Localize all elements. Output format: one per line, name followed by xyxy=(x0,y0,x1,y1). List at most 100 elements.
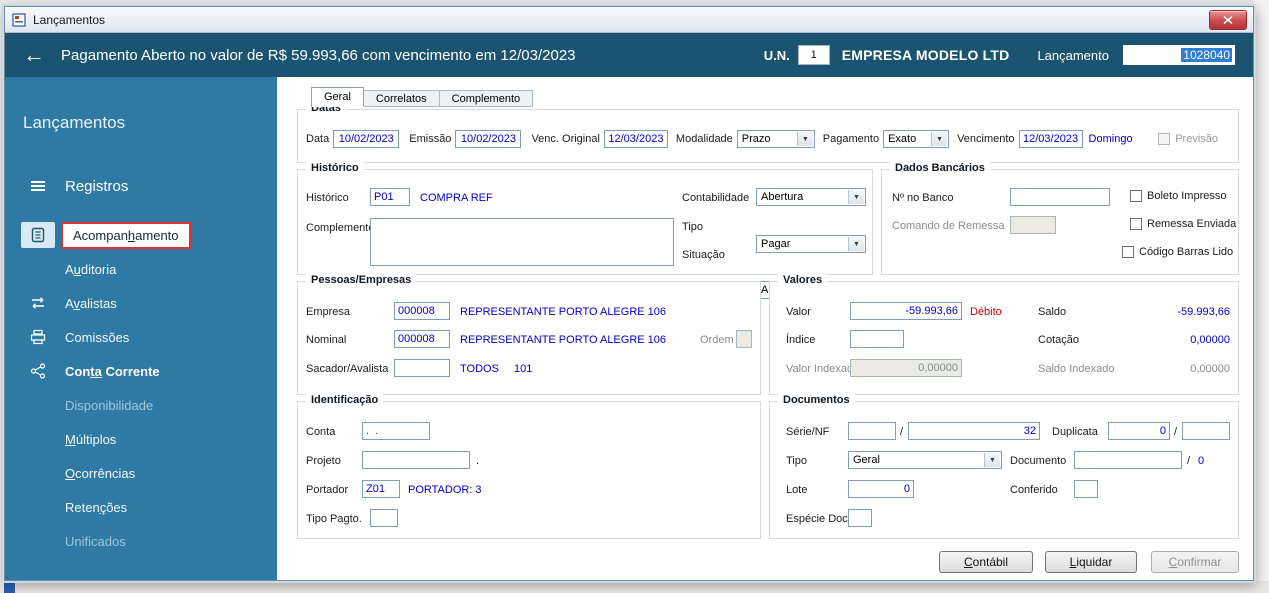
valor-input[interactable] xyxy=(850,302,962,320)
vencimento-input[interactable] xyxy=(1018,130,1083,148)
tipo-pagto-label: Tipo Pagto. xyxy=(306,513,362,525)
empresa-label: Empresa xyxy=(306,306,351,318)
saldo-indexado-label: Saldo Indexado xyxy=(1038,363,1115,375)
sidebar-item-conta-corrente[interactable]: Conta Corrente xyxy=(5,356,277,386)
sidebar-item-label: Auditoria xyxy=(65,261,117,277)
tab-bar: Geral Correlatos Complemento xyxy=(311,87,534,107)
group-pessoas-empresas: Pessoas/Empresas Empresa REPRESENTANTE P… xyxy=(297,274,761,395)
documento-tipo-select[interactable]: Geral ▼ xyxy=(848,451,1002,469)
app-icon xyxy=(11,12,27,28)
sidebar-item-acompanhamento[interactable]: Acompanhamento xyxy=(5,220,277,250)
background-window-fragment-right xyxy=(1254,0,1269,593)
group-historico-legend: Histórico xyxy=(306,162,364,174)
venc-original-input[interactable] xyxy=(603,130,668,148)
sidebar-item-auditoria[interactable]: Auditoria xyxy=(5,254,277,284)
group-documentos: Documentos Série/NF / Duplicata / Tipo G… xyxy=(769,394,1239,539)
boleto-impresso-label: Boleto Impresso xyxy=(1147,190,1227,202)
sidebar: Lançamentos Registros Acompanhamento Aud… xyxy=(5,77,277,580)
historico-label: Histórico xyxy=(306,192,349,204)
portador-label: Portador xyxy=(306,484,349,496)
contabilidade-select[interactable]: Abertura ▼ xyxy=(756,188,866,206)
sidebar-item-avalistas[interactable]: Avalistas xyxy=(5,288,277,318)
liquidar-button[interactable]: Liquidar xyxy=(1045,551,1137,573)
situacao-label: Situação xyxy=(682,249,725,261)
banco-input[interactable] xyxy=(1010,188,1110,206)
sidebar-item-unificados: Unificados xyxy=(5,526,277,556)
sidebar-item-multiplos[interactable]: Múltiplos xyxy=(5,424,277,454)
pagamento-select[interactable]: Exato ▼ xyxy=(883,130,950,148)
empresa-input[interactable] xyxy=(394,302,450,320)
tipo-value: Pagar xyxy=(761,238,791,250)
contabil-button[interactable]: Contábil xyxy=(939,551,1033,573)
app-window: Lançamentos ← Pagamento Aberto no valor … xyxy=(4,6,1254,581)
codigo-barras-checkbox[interactable] xyxy=(1122,246,1134,258)
close-button[interactable] xyxy=(1209,9,1247,30)
comando-remessa-input xyxy=(1010,216,1056,234)
conta-label: Conta xyxy=(306,426,336,438)
valor-indexado-input xyxy=(850,359,962,377)
modalidade-select[interactable]: Prazo ▼ xyxy=(736,130,815,148)
cotacao-label: Cotação xyxy=(1038,334,1079,346)
sacador-input[interactable] xyxy=(394,359,450,377)
nominal-label: Nominal xyxy=(306,334,347,346)
serie-nf-input-2[interactable] xyxy=(908,422,1040,440)
pagamento-value: Exato xyxy=(888,133,917,145)
remessa-enviada-checkbox[interactable] xyxy=(1130,218,1142,230)
especie-doc-input[interactable] xyxy=(848,509,872,527)
sacador-label: Sacador/Avalista xyxy=(306,363,389,375)
saldo-value: -59.993,66 xyxy=(1177,306,1230,318)
lancamento-number-field[interactable]: 1028040 xyxy=(1123,45,1235,65)
back-arrow-icon[interactable]: ← xyxy=(23,44,45,66)
swap-arrows-icon xyxy=(21,296,55,310)
indice-input[interactable] xyxy=(850,330,904,348)
group-historico: Histórico Histórico COMPRA REF Contabili… xyxy=(297,162,873,299)
sidebar-item-retencoes[interactable]: Retenções xyxy=(5,492,277,522)
company-name: EMPRESA MODELO LTD xyxy=(841,47,1010,63)
emissao-input[interactable] xyxy=(455,130,522,148)
group-documentos-legend: Documentos xyxy=(778,394,855,406)
tab-correlatos[interactable]: Correlatos xyxy=(362,90,440,107)
conferido-input[interactable] xyxy=(1074,480,1098,498)
data-input[interactable] xyxy=(333,130,400,148)
conta-input[interactable] xyxy=(362,422,430,440)
tab-geral[interactable]: Geral xyxy=(311,87,364,107)
projeto-input[interactable] xyxy=(362,451,470,469)
complemento-textarea[interactable] xyxy=(370,218,674,266)
historico-input[interactable] xyxy=(370,188,410,206)
saldo-label: Saldo xyxy=(1038,306,1067,318)
boleto-impresso-checkbox[interactable] xyxy=(1130,190,1142,202)
un-input[interactable] xyxy=(797,45,830,65)
sidebar-item-ocorrencias[interactable]: Ocorrências xyxy=(5,458,277,488)
tipo-label: Tipo xyxy=(682,221,703,233)
empresa-name: REPRESENTANTE PORTO ALEGRE 106 xyxy=(460,306,667,318)
documento-input[interactable] xyxy=(1074,451,1182,469)
serie-nf-input-1[interactable] xyxy=(848,422,896,440)
tab-complemento[interactable]: Complemento xyxy=(438,90,534,107)
serie-nf-label: Série/NF xyxy=(786,426,830,438)
contabilidade-value: Abertura xyxy=(761,191,804,203)
projeto-suffix: . xyxy=(476,455,480,467)
valor-flag: Débito xyxy=(970,306,1002,318)
tipo-select[interactable]: Pagar ▼ xyxy=(756,235,866,253)
sidebar-item-label: Conta Corrente xyxy=(65,363,160,379)
vencimento-label: Vencimento xyxy=(957,133,1015,145)
nominal-input[interactable] xyxy=(394,330,450,348)
close-icon xyxy=(1223,15,1233,24)
sidebar-item-comissoes[interactable]: Comissões xyxy=(5,322,277,352)
duplicata-input-2[interactable] xyxy=(1182,422,1230,440)
documento-tipo-value: Geral xyxy=(853,454,880,466)
sidebar-title: Lançamentos xyxy=(23,113,126,132)
sidebar-section-registros[interactable]: Registros xyxy=(5,172,277,200)
sidebar-item-label: Avalistas xyxy=(65,295,117,311)
chevron-down-icon: ▼ xyxy=(848,237,864,251)
duplicata-input-1[interactable] xyxy=(1108,422,1170,440)
documento-label: Documento xyxy=(1010,455,1067,467)
duplicata-label: Duplicata xyxy=(1052,426,1098,438)
sidebar-section-label: Registros xyxy=(65,177,129,195)
saldo-indexado-value: 0,00000 xyxy=(1190,363,1230,375)
lote-input[interactable] xyxy=(848,480,914,498)
weekday-label: Domingo xyxy=(1088,133,1133,145)
portador-input[interactable] xyxy=(362,480,400,498)
documento-tipo-label: Tipo xyxy=(786,455,807,467)
tipo-pagto-input[interactable] xyxy=(370,509,398,527)
